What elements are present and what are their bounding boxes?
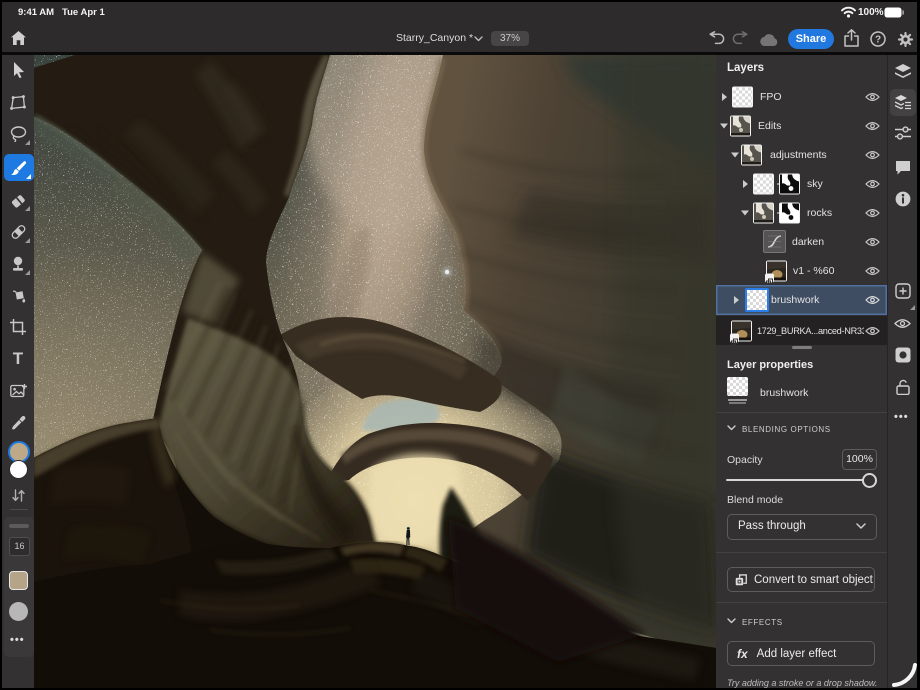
svg-text:?: ? [875, 35, 881, 46]
